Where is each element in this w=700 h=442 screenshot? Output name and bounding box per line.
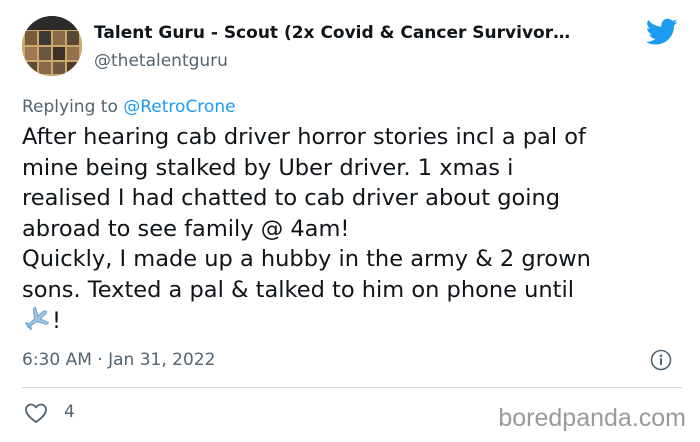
avatar[interactable] (22, 16, 82, 76)
tweet-line: Quickly, I made up a hubby in the army &… (22, 246, 591, 273)
tweet-timestamp[interactable]: 6:30 AM · Jan 31, 2022 (22, 350, 215, 370)
tweet-line: abroad to see family @ 4am! (22, 215, 350, 242)
divider (22, 387, 682, 388)
author-handle[interactable]: @thetalentguru (94, 51, 228, 71)
reply-context: Replying to @RetroCrone (22, 97, 236, 117)
reply-prefix: Replying to (22, 97, 118, 117)
tweet-line-last: ! (22, 305, 690, 337)
like-count: 4 (64, 402, 75, 422)
tweet-line: After hearing cab driver horror stories … (22, 124, 586, 150)
author-display-name[interactable]: Talent Guru - Scout (2x Covid & Cancer S… (94, 23, 570, 43)
avatar-image (22, 16, 82, 76)
tweet-card: Talent Guru - Scout (2x Covid & Cancer S… (0, 0, 700, 442)
tweet-line: realised I had chatted to cab driver abo… (22, 185, 561, 212)
tweet-line: mine being stalked by Uber driver. 1 xma… (22, 154, 514, 181)
watermark: boredpanda.com (498, 404, 686, 432)
heart-icon[interactable] (24, 402, 48, 424)
twitter-bird-icon[interactable] (646, 18, 678, 46)
airplane-icon (24, 305, 50, 330)
info-icon[interactable] (650, 349, 672, 371)
tweet-line-suffix: ! (52, 307, 62, 334)
tweet-text: After hearing cab driver horror stories … (22, 122, 690, 336)
tweet-line: sons. Texted a pal & talked to him on ph… (22, 276, 574, 303)
reply-to-handle[interactable]: @RetroCrone (123, 97, 235, 117)
